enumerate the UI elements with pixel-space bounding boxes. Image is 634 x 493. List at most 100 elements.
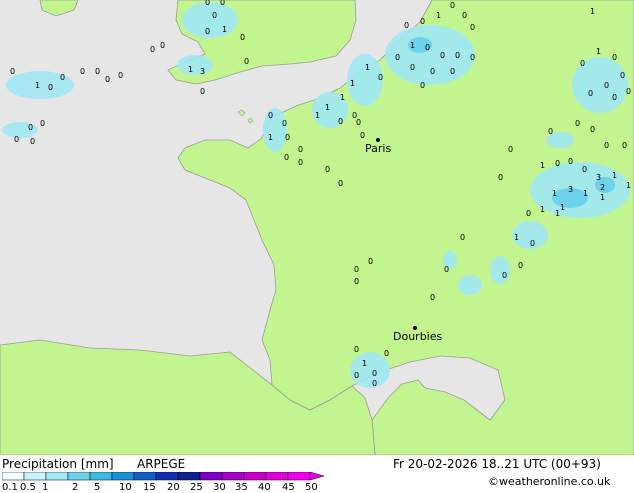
svg-text:0: 0 [368,257,373,266]
svg-text:0: 0 [498,173,503,182]
svg-text:0: 0 [354,345,359,354]
scale-label: 35 [235,482,248,493]
svg-text:1: 1 [365,63,370,72]
city-label-paris: Paris [365,142,392,155]
svg-text:0: 0 [356,118,361,127]
scale-label: 40 [258,482,271,493]
svg-text:1: 1 [340,93,345,102]
svg-text:0: 0 [95,67,100,76]
scale-label: 0.5 [20,482,36,493]
svg-text:0: 0 [470,23,475,32]
svg-text:0: 0 [430,67,435,76]
svg-text:0: 0 [284,153,289,162]
scale-label: 2 [72,482,79,493]
svg-text:0: 0 [40,119,45,128]
scale-label: 30 [213,482,226,493]
scale-label: 50 [305,482,318,493]
scale-swatch [111,472,135,481]
svg-text:0: 0 [455,51,460,60]
svg-text:1: 1 [540,205,545,214]
scale-swatch [287,472,311,481]
svg-text:0: 0 [460,233,465,242]
credit-text: ©weatheronline.co.uk [488,475,611,488]
svg-text:1: 1 [555,209,560,218]
svg-text:1: 1 [315,111,320,120]
svg-text:0: 0 [28,123,33,132]
scale-swatch [45,472,69,481]
svg-text:0: 0 [588,89,593,98]
svg-text:0: 0 [240,33,245,42]
svg-text:0: 0 [420,81,425,90]
scale-swatch [265,472,289,481]
svg-text:1: 1 [600,193,605,202]
scale-swatch [199,472,223,481]
svg-text:0: 0 [105,75,110,84]
svg-text:0: 0 [150,45,155,54]
scale-swatch [89,472,113,481]
svg-text:0: 0 [622,141,627,150]
svg-text:0: 0 [440,51,445,60]
svg-text:0: 0 [220,0,225,7]
svg-text:3: 3 [568,185,573,194]
svg-text:0: 0 [470,53,475,62]
scale-label: 10 [119,482,132,493]
svg-text:0: 0 [444,265,449,274]
svg-text:0: 0 [604,81,609,90]
svg-text:1: 1 [540,161,545,170]
svg-text:1: 1 [35,81,40,90]
svg-text:0: 0 [590,125,595,134]
svg-text:0: 0 [404,21,409,30]
svg-text:1: 1 [612,171,617,180]
scale-swatch [23,472,47,481]
scale-swatch [133,472,157,481]
svg-text:0: 0 [118,71,123,80]
svg-text:0: 0 [160,41,165,50]
svg-text:0: 0 [518,261,523,270]
svg-text:0: 0 [10,67,15,76]
svg-text:0: 0 [410,63,415,72]
svg-text:0: 0 [548,127,553,136]
map-canvas: 0 001 000 0 1 300 01 00 0 00 0 0 00 0 0 010 001 0 … [0,0,634,456]
scale-label: 1 [42,482,49,493]
svg-text:1: 1 [626,181,631,190]
svg-text:1: 1 [268,133,273,142]
svg-text:0: 0 [378,73,383,82]
svg-text:1: 1 [350,79,355,88]
svg-text:0: 0 [360,131,365,140]
city-label-dourbies: Dourbies [393,330,443,343]
scale-label: 0.1 [2,482,18,493]
model-name: ARPEGE [137,457,186,471]
svg-text:0: 0 [526,209,531,218]
svg-text:0: 0 [508,145,513,154]
svg-text:1: 1 [410,41,415,50]
svg-text:0: 0 [604,141,609,150]
scale-label: 15 [143,482,156,493]
svg-text:0: 0 [325,165,330,174]
svg-text:0: 0 [612,93,617,102]
svg-text:0: 0 [420,17,425,26]
scale-swatch [221,472,245,481]
svg-text:0: 0 [268,111,273,120]
svg-text:0: 0 [582,165,587,174]
svg-text:0: 0 [568,157,573,166]
scale-swatch [67,472,91,481]
svg-text:0: 0 [462,11,467,20]
svg-text:0: 0 [338,117,343,126]
svg-text:1: 1 [583,189,588,198]
svg-text:1: 1 [436,11,441,20]
svg-text:0: 0 [48,83,53,92]
svg-text:0: 0 [372,369,377,378]
svg-text:0: 0 [282,119,287,128]
svg-text:0: 0 [530,239,535,248]
footer-bar: Precipitation [mm] ARPEGE Fr 20-02-2026 … [0,455,634,493]
svg-text:1: 1 [222,25,227,34]
svg-text:0: 0 [450,67,455,76]
svg-text:0: 0 [354,371,359,380]
scale-label: 5 [94,482,101,493]
svg-text:0: 0 [298,158,303,167]
scale-label: 20 [167,482,180,493]
svg-text:2: 2 [600,183,605,192]
svg-text:0: 0 [575,119,580,128]
svg-text:0: 0 [626,87,631,96]
svg-text:0: 0 [200,87,205,96]
